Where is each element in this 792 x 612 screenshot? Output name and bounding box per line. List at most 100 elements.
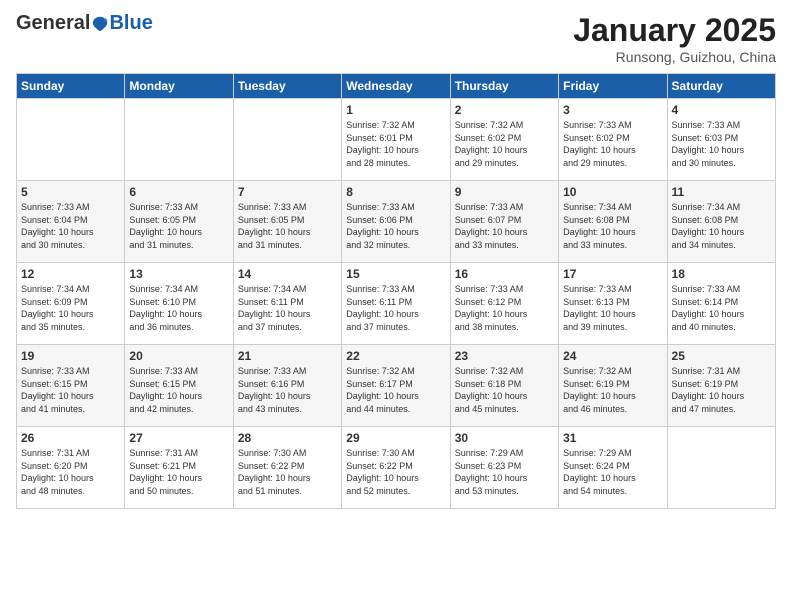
logo-bird-icon (91, 15, 109, 33)
day-info: Sunrise: 7:29 AMSunset: 6:23 PMDaylight:… (455, 447, 554, 497)
day-number: 5 (21, 185, 120, 199)
table-row: 8 Sunrise: 7:33 AMSunset: 6:06 PMDaylight… (342, 181, 450, 263)
table-row: 6 Sunrise: 7:33 AMSunset: 6:05 PMDaylight… (125, 181, 233, 263)
table-row: 7 Sunrise: 7:33 AMSunset: 6:05 PMDaylight… (233, 181, 341, 263)
day-number: 25 (672, 349, 771, 363)
table-row: 27 Sunrise: 7:31 AMSunset: 6:21 PMDayligh… (125, 427, 233, 509)
table-row: 30Sunrise: 7:29 AMSunset: 6:23 PMDayligh… (450, 427, 558, 509)
day-info: Sunrise: 7:32 AMSunset: 6:01 PMDaylight:… (346, 119, 445, 169)
logo-general: General (16, 12, 90, 35)
day-number: 8 (346, 185, 445, 199)
table-row: 31Sunrise: 7:29 AMSunset: 6:24 PMDayligh… (559, 427, 667, 509)
calendar-table: Sunday Monday Tuesday Wednesday Thursday… (16, 73, 776, 509)
day-info: Sunrise: 7:33 AMSunset: 6:02 PMDaylight:… (563, 119, 662, 169)
calendar-row: 1 Sunrise: 7:32 AMSunset: 6:01 PMDaylight… (17, 99, 776, 181)
table-row: 20 Sunrise: 7:33 AMSunset: 6:15 PMDayligh… (125, 345, 233, 427)
day-number: 21 (238, 349, 337, 363)
day-info: Sunrise: 7:33 AMSunset: 6:03 PMDaylight:… (672, 119, 771, 169)
day-number: 1 (346, 103, 445, 117)
day-info: Sunrise: 7:33 AMSunset: 6:07 PMDaylight:… (455, 201, 554, 251)
table-row (667, 427, 775, 509)
table-row: 19Sunrise: 7:33 AMSunset: 6:15 PMDayligh… (17, 345, 125, 427)
day-number: 14 (238, 267, 337, 281)
day-number: 6 (129, 185, 228, 199)
table-row: 9 Sunrise: 7:33 AMSunset: 6:07 PMDaylight… (450, 181, 558, 263)
day-info: Sunrise: 7:33 AMSunset: 6:05 PMDaylight:… (129, 201, 228, 251)
day-number: 31 (563, 431, 662, 445)
day-number: 20 (129, 349, 228, 363)
day-info: Sunrise: 7:30 AMSunset: 6:22 PMDaylight:… (346, 447, 445, 497)
table-row: 4 Sunrise: 7:33 AMSunset: 6:03 PMDaylight… (667, 99, 775, 181)
day-number: 3 (563, 103, 662, 117)
table-row: 12 Sunrise: 7:34 AMSunset: 6:09 PMDayligh… (17, 263, 125, 345)
day-info: Sunrise: 7:33 AMSunset: 6:12 PMDaylight:… (455, 283, 554, 333)
logo: General Blue (16, 12, 153, 35)
table-row: 15Sunrise: 7:33 AMSunset: 6:11 PMDayligh… (342, 263, 450, 345)
day-info: Sunrise: 7:34 AMSunset: 6:09 PMDaylight:… (21, 283, 120, 333)
day-number: 17 (563, 267, 662, 281)
day-info: Sunrise: 7:31 AMSunset: 6:19 PMDaylight:… (672, 365, 771, 415)
day-info: Sunrise: 7:30 AMSunset: 6:22 PMDaylight:… (238, 447, 337, 497)
table-row: 28 Sunrise: 7:30 AMSunset: 6:22 PMDayligh… (233, 427, 341, 509)
calendar-row: 26Sunrise: 7:31 AMSunset: 6:20 PMDayligh… (17, 427, 776, 509)
day-number: 9 (455, 185, 554, 199)
table-row: 18Sunrise: 7:33 AMSunset: 6:14 PMDayligh… (667, 263, 775, 345)
page: General Blue January 2025 Runsong, Guizh… (0, 0, 792, 612)
table-row: 23 Sunrise: 7:32 AMSunset: 6:18 PMDayligh… (450, 345, 558, 427)
col-tuesday: Tuesday (233, 74, 341, 99)
logo-blue: Blue (109, 12, 152, 35)
day-number: 12 (21, 267, 120, 281)
table-row: 2 Sunrise: 7:32 AMSunset: 6:02 PMDaylight… (450, 99, 558, 181)
day-info: Sunrise: 7:34 AMSunset: 6:08 PMDaylight:… (563, 201, 662, 251)
day-info: Sunrise: 7:32 AMSunset: 6:18 PMDaylight:… (455, 365, 554, 415)
day-info: Sunrise: 7:34 AMSunset: 6:11 PMDaylight:… (238, 283, 337, 333)
table-row: 5Sunrise: 7:33 AMSunset: 6:04 PMDaylight… (17, 181, 125, 263)
table-row: 1 Sunrise: 7:32 AMSunset: 6:01 PMDaylight… (342, 99, 450, 181)
header: General Blue January 2025 Runsong, Guizh… (16, 12, 776, 65)
day-number: 2 (455, 103, 554, 117)
table-row: 25 Sunrise: 7:31 AMSunset: 6:19 PMDayligh… (667, 345, 775, 427)
day-info: Sunrise: 7:32 AMSunset: 6:02 PMDaylight:… (455, 119, 554, 169)
day-number: 22 (346, 349, 445, 363)
table-row: 22Sunrise: 7:32 AMSunset: 6:17 PMDayligh… (342, 345, 450, 427)
day-info: Sunrise: 7:33 AMSunset: 6:14 PMDaylight:… (672, 283, 771, 333)
day-info: Sunrise: 7:34 AMSunset: 6:08 PMDaylight:… (672, 201, 771, 251)
calendar-row: 12 Sunrise: 7:34 AMSunset: 6:09 PMDayligh… (17, 263, 776, 345)
col-saturday: Saturday (667, 74, 775, 99)
day-info: Sunrise: 7:33 AMSunset: 6:05 PMDaylight:… (238, 201, 337, 251)
col-friday: Friday (559, 74, 667, 99)
day-number: 13 (129, 267, 228, 281)
col-thursday: Thursday (450, 74, 558, 99)
title-block: January 2025 Runsong, Guizhou, China (573, 12, 776, 65)
table-row: 13 Sunrise: 7:34 AMSunset: 6:10 PMDayligh… (125, 263, 233, 345)
day-info: Sunrise: 7:31 AMSunset: 6:21 PMDaylight:… (129, 447, 228, 497)
day-info: Sunrise: 7:33 AMSunset: 6:06 PMDaylight:… (346, 201, 445, 251)
table-row: 16 Sunrise: 7:33 AMSunset: 6:12 PMDayligh… (450, 263, 558, 345)
table-row: 21 Sunrise: 7:33 AMSunset: 6:16 PMDayligh… (233, 345, 341, 427)
day-number: 7 (238, 185, 337, 199)
day-info: Sunrise: 7:33 AMSunset: 6:15 PMDaylight:… (129, 365, 228, 415)
calendar-subtitle: Runsong, Guizhou, China (573, 49, 776, 65)
col-wednesday: Wednesday (342, 74, 450, 99)
table-row: 29 Sunrise: 7:30 AMSunset: 6:22 PMDayligh… (342, 427, 450, 509)
day-number: 23 (455, 349, 554, 363)
table-row: 14 Sunrise: 7:34 AMSunset: 6:11 PMDayligh… (233, 263, 341, 345)
day-info: Sunrise: 7:31 AMSunset: 6:20 PMDaylight:… (21, 447, 120, 497)
day-info: Sunrise: 7:33 AMSunset: 6:13 PMDaylight:… (563, 283, 662, 333)
day-number: 10 (563, 185, 662, 199)
day-info: Sunrise: 7:33 AMSunset: 6:16 PMDaylight:… (238, 365, 337, 415)
day-number: 24 (563, 349, 662, 363)
day-info: Sunrise: 7:33 AMSunset: 6:11 PMDaylight:… (346, 283, 445, 333)
logo-text: General Blue (16, 12, 153, 35)
day-number: 28 (238, 431, 337, 445)
day-info: Sunrise: 7:34 AMSunset: 6:10 PMDaylight:… (129, 283, 228, 333)
table-row: 3 Sunrise: 7:33 AMSunset: 6:02 PMDaylight… (559, 99, 667, 181)
day-number: 4 (672, 103, 771, 117)
day-number: 29 (346, 431, 445, 445)
calendar-row: 19Sunrise: 7:33 AMSunset: 6:15 PMDayligh… (17, 345, 776, 427)
calendar-header-row: Sunday Monday Tuesday Wednesday Thursday… (17, 74, 776, 99)
table-row: 11Sunrise: 7:34 AMSunset: 6:08 PMDayligh… (667, 181, 775, 263)
day-number: 16 (455, 267, 554, 281)
day-number: 27 (129, 431, 228, 445)
table-row (17, 99, 125, 181)
